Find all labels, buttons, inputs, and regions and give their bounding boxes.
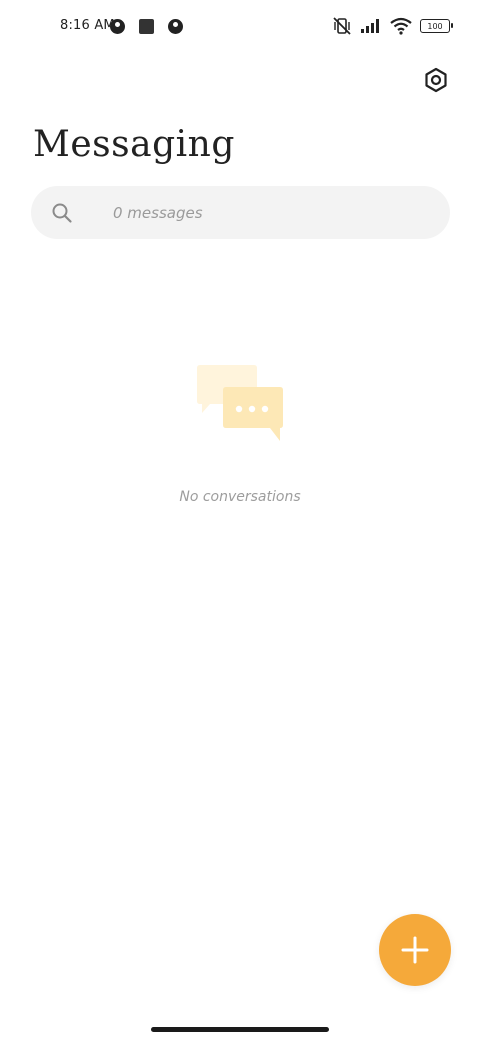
notification-square-icon <box>139 19 154 34</box>
gear-icon <box>425 67 447 93</box>
chat-bubbles-icon <box>197 365 283 441</box>
plus-icon <box>401 936 429 964</box>
settings-button[interactable] <box>422 66 450 94</box>
page-title: Messaging <box>33 124 235 165</box>
battery-level: 100 <box>427 21 443 31</box>
signal-icon <box>361 19 379 33</box>
search-icon <box>52 203 72 223</box>
status-time: 8:16 AM <box>60 18 115 33</box>
search-input[interactable] <box>113 186 433 239</box>
notification-app-icon-2 <box>168 19 183 34</box>
messaging-screen: 8:16 AM 100 Messaging 0 messages No conv… <box>0 0 480 1040</box>
wifi-icon <box>390 17 412 35</box>
new-conversation-button[interactable] <box>379 914 451 986</box>
search-bar[interactable] <box>31 186 450 239</box>
vibrate-off-icon <box>333 17 351 35</box>
status-bar: 8:16 AM 100 <box>0 0 480 56</box>
notification-app-icon <box>110 19 125 34</box>
battery-indicator: 100 <box>420 19 453 33</box>
status-right-icons: 100 <box>332 16 453 36</box>
empty-state-text: No conversations <box>179 489 301 505</box>
notification-icons <box>110 19 183 34</box>
home-indicator[interactable] <box>151 1027 329 1032</box>
